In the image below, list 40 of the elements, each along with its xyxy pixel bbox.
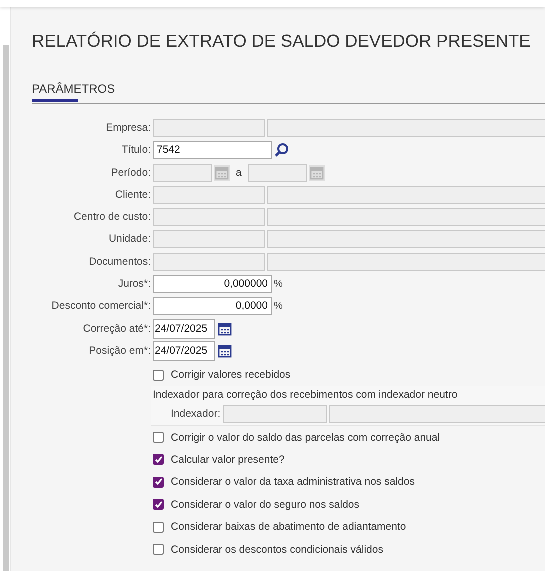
group-caption: Indexador para correção dos recebimentos com indexador neutro [153, 389, 459, 402]
field-label: Correção até*: [82, 322, 151, 335]
checkbox[interactable] [153, 544, 164, 555]
checkbox-label: Considerar baixas de abatimento de adiantamento [171, 521, 406, 534]
date-field[interactable]: 24/07/2025 [153, 318, 215, 339]
field-label: Desconto comercial*: [50, 300, 151, 312]
field-label: Juros*: [117, 278, 151, 290]
date-field[interactable]: 24/07/2025 [153, 340, 215, 361]
range-separator: a [236, 166, 242, 179]
input-field[interactable]: 0,0000 [153, 297, 272, 316]
search-icon[interactable] [274, 142, 290, 158]
checkbox[interactable] [153, 476, 164, 488]
checkbox-label: Considerar o valor do seguro nos saldos [171, 498, 360, 511]
checkbox[interactable] [153, 499, 164, 510]
field-label: Cliente: [114, 188, 151, 201]
checkbox-label: Corrigir valores recebidos [171, 369, 291, 382]
field-label: Unidade: [108, 233, 151, 246]
field-label: Título: [120, 144, 151, 156]
field-label: Período: [110, 166, 151, 179]
field-label: Posição em*: [88, 344, 151, 357]
checkbox-label: Considerar os descontos condicionais válidos [171, 544, 384, 556]
tab[interactable]: PARÂMETROS [32, 82, 116, 105]
checkbox-label: Calcular valor presente? [171, 454, 285, 466]
field-label: Centro de custo: [72, 211, 151, 224]
checkbox-label: Corrigir o valor do saldo das parcelas com correção anual [171, 432, 440, 444]
input-field[interactable]: 7542 [153, 141, 272, 160]
checkbox[interactable] [153, 522, 164, 533]
checkbox-label: Considerar o valor da taxa administrativa nos saldos [171, 476, 415, 488]
field-label: Indexador: [171, 408, 221, 420]
checkbox[interactable] [153, 454, 164, 466]
checkbox[interactable] [153, 370, 164, 381]
field-label: Documentos: [88, 256, 151, 268]
checkbox[interactable] [153, 432, 164, 444]
page-title: RELATÓRIO DE EXTRATO DE SALDO DEVEDOR PRESENTE [32, 31, 532, 52]
unit-label: % [274, 278, 283, 290]
input-field[interactable]: 0,000000 [153, 275, 272, 294]
field-label: Empresa: [105, 122, 151, 134]
unit-label: % [274, 300, 283, 312]
calendar-icon[interactable] [217, 320, 233, 337]
calendar-icon[interactable] [217, 342, 233, 359]
